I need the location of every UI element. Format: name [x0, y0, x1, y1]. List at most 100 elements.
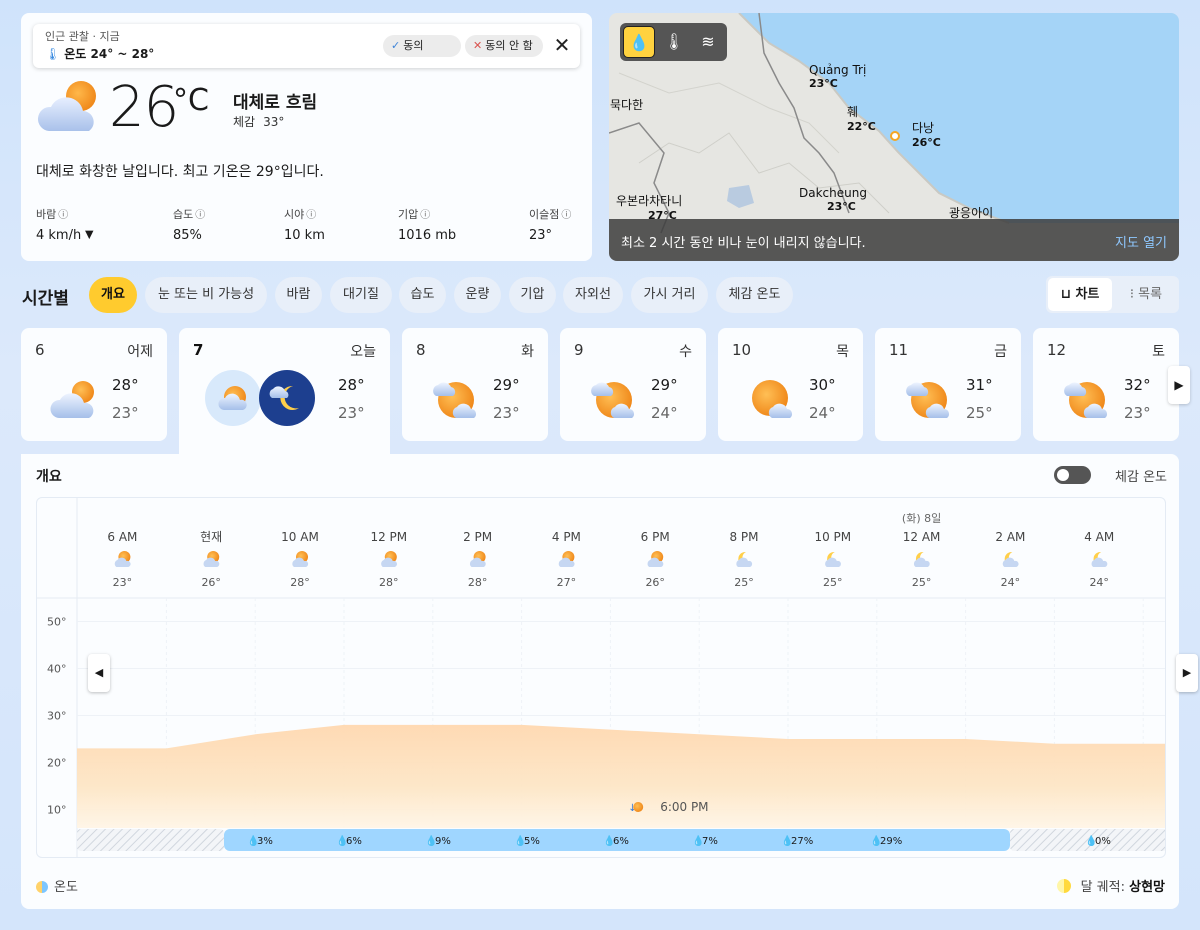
current-weather-card: 인근 관찰 · 지금 🌡 온도 24° ~ 28° ✓ 동의 ✕ 동의 안 함 ✕ 2…: [21, 13, 592, 261]
city-temp: 23°C: [827, 200, 856, 213]
metric-wind[interactable]: 바람 ⓘ 4 km/h ▲: [36, 206, 94, 243]
view-toggle: ⊔ 차트 ⁝ 목록: [1046, 276, 1179, 313]
info-icon[interactable]: ⓘ: [58, 210, 68, 221]
weather-map[interactable]: 💧 🌡 ≋ Quảng Trị 23°C 훼 22°C 다낭 26°C 묵다한 우본라…: [609, 13, 1179, 261]
close-icon[interactable]: ✕: [551, 32, 573, 58]
precipitation-icon[interactable]: 💧: [623, 26, 655, 58]
day-low: 24°: [651, 404, 678, 422]
tab-air-quality[interactable]: 대기질: [330, 277, 392, 313]
next-days-button[interactable]: ▶: [1168, 366, 1190, 404]
info-icon[interactable]: ⓘ: [306, 210, 316, 221]
tab-uv[interactable]: 자외선: [563, 277, 623, 313]
day-low: 23°: [338, 404, 365, 422]
day-high: 28°: [112, 376, 139, 394]
day-number: 12: [1047, 341, 1067, 359]
map-city[interactable]: Quảng Trị 23°C: [809, 63, 866, 90]
thermometer-icon[interactable]: 🌡: [658, 26, 690, 58]
check-icon: ✓: [391, 39, 401, 52]
metric-pressure[interactable]: 기압 ⓘ 1016 mb: [398, 206, 456, 243]
day-card-selected[interactable]: 7 오늘 28° 23°: [179, 328, 390, 456]
day-partly-cloudy-icon: [205, 370, 261, 426]
city-temp: 23°C: [809, 77, 838, 90]
city-name: 훼: [847, 105, 859, 119]
day-card[interactable]: 6 어제 28° 23°: [21, 328, 167, 441]
precip-chance-label: 9%: [435, 836, 451, 847]
hour-temp-label: 26°: [645, 576, 665, 589]
tab-humidity[interactable]: 습도: [399, 277, 446, 313]
precip-chance-label: 29%: [880, 836, 902, 847]
day-card[interactable]: 9 수 29° 24°: [560, 328, 706, 441]
partly-sunny-icon: [203, 551, 220, 567]
disagree-button[interactable]: ✕ 동의 안 함: [465, 35, 543, 57]
day-low: 23°: [112, 404, 139, 422]
tab-wind[interactable]: 바람: [275, 277, 322, 313]
day-card[interactable]: 11 금 31° 25°: [875, 328, 1021, 441]
day-card[interactable]: 12 토 32° 23°: [1033, 328, 1179, 441]
chart-next-button[interactable]: ▶: [1176, 654, 1198, 692]
hourly-section-title: 시간별: [22, 289, 69, 309]
day-card[interactable]: 10 목 30° 24°: [718, 328, 863, 441]
day-high: 28°: [338, 376, 365, 394]
wind-icon[interactable]: ≋: [692, 26, 724, 58]
metric-value: 10 km: [284, 228, 325, 243]
list-view-button[interactable]: ⁝ 목록: [1116, 278, 1176, 311]
metric-label: 바람: [36, 208, 57, 221]
chart-prev-button[interactable]: ◀: [88, 654, 110, 692]
metric-humidity[interactable]: 습도 ⓘ 85%: [173, 206, 205, 243]
day-low: 23°: [1124, 404, 1151, 422]
city-temp: 22°C: [847, 120, 876, 133]
feels-like-label: 체감: [233, 115, 256, 129]
metric-dew-point[interactable]: 이슬점 ⓘ 23°: [529, 206, 571, 243]
info-icon[interactable]: ⓘ: [561, 210, 571, 221]
feels-like-toggle[interactable]: [1054, 466, 1091, 484]
info-icon[interactable]: ⓘ: [195, 210, 205, 221]
mostly-sunny-icon: [591, 382, 634, 418]
banner-title: 인근 관찰 · 지금: [45, 30, 120, 43]
current-condition: 대체로 흐림: [233, 93, 318, 113]
hour-label: 12 PM: [370, 530, 407, 544]
mostly-sunny-icon: [1064, 382, 1107, 418]
disagree-label: 동의 안 함: [485, 39, 533, 52]
tab-precipitation[interactable]: 눈 또는 비 가능성: [145, 277, 267, 313]
moon-phase-legend: 달 궤적: 상현망: [1056, 876, 1165, 895]
map-city[interactable]: Dakcheung 23°C: [799, 186, 867, 213]
chart-view-button[interactable]: ⊔ 차트: [1048, 278, 1112, 311]
day-name: 수: [679, 344, 692, 360]
precip-chance-label: 0%: [1095, 836, 1111, 847]
tab-overview[interactable]: 개요: [89, 277, 137, 313]
day-card[interactable]: 8 화 29° 23°: [402, 328, 548, 441]
open-map-link[interactable]: 지도 열기: [1115, 232, 1167, 251]
map-city[interactable]: 우본라차타니 27°C: [616, 192, 682, 222]
precip-chance-label: 27%: [791, 836, 813, 847]
tab-cloud-cover[interactable]: 운량: [454, 277, 501, 313]
y-tick-label: 30°: [47, 710, 67, 723]
day-high: 29°: [651, 376, 678, 394]
day-low: 24°: [809, 404, 836, 422]
map-city[interactable]: 훼 22°C: [847, 103, 876, 133]
city-name: 우본라차타니: [616, 194, 683, 208]
night-partly-cloudy-icon: [913, 551, 930, 567]
metric-label: 시야: [284, 208, 305, 221]
agree-button[interactable]: ✓ 동의: [383, 35, 461, 57]
map-city[interactable]: 묵다한: [610, 96, 643, 113]
day-name: 오늘: [350, 344, 376, 360]
tab-pressure[interactable]: 기압: [509, 277, 556, 313]
tab-feels-like[interactable]: 체감 온도: [716, 277, 793, 313]
day-number: 7: [193, 341, 204, 359]
info-icon[interactable]: ⓘ: [420, 210, 430, 221]
partly-sunny-icon: [292, 551, 309, 567]
hour-temp-label: 23°: [113, 576, 132, 589]
precip-chance-label: 6%: [613, 836, 629, 847]
precip-chance-label: 3%: [257, 836, 273, 847]
precip-chance-label: 7%: [702, 836, 718, 847]
hour-label: 10 PM: [814, 530, 851, 544]
metric-visibility[interactable]: 시야 ⓘ 10 km: [284, 206, 325, 243]
wind-direction-icon: ▲: [85, 229, 94, 242]
metric-value: 4 km/h: [36, 228, 82, 243]
partly-sunny-icon: [381, 551, 397, 567]
night-partly-cloudy-icon: [1091, 551, 1108, 567]
observation-banner: 인근 관찰 · 지금 🌡 온도 24° ~ 28° ✓ 동의 ✕ 동의 안 함 ✕: [33, 24, 580, 68]
map-city[interactable]: 다낭 26°C: [912, 119, 941, 149]
hour-label: 현재: [200, 530, 222, 544]
tab-visibility[interactable]: 가시 거리: [631, 277, 708, 313]
